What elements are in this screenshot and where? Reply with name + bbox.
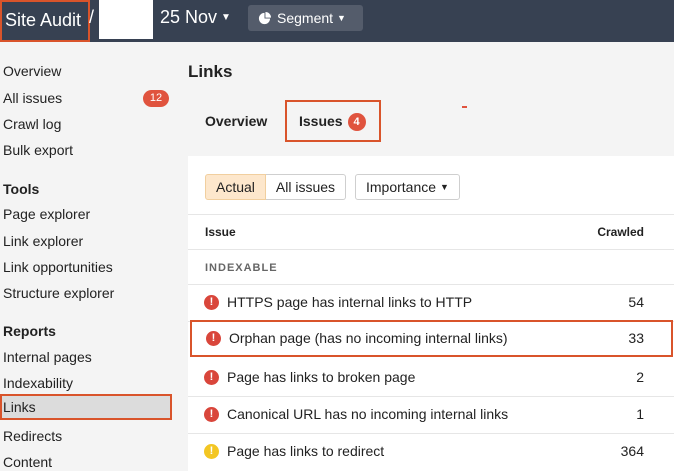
page-title: Links bbox=[188, 62, 233, 81]
annotation-mark bbox=[462, 106, 467, 108]
segment-label: Segment bbox=[277, 10, 334, 26]
issue-label: Page has links to redirect bbox=[227, 443, 385, 459]
sidebar-item-content[interactable]: Content bbox=[0, 449, 172, 471]
column-header-issue[interactable]: Issue bbox=[205, 225, 236, 239]
issue-label: Page has links to broken page bbox=[227, 369, 416, 385]
sidebar-item-label: Links bbox=[3, 399, 36, 415]
issues-tab-badge: 4 bbox=[347, 113, 366, 131]
sidebar-item-label: Internal pages bbox=[3, 349, 92, 365]
issues-count-badge: 12 bbox=[143, 90, 169, 107]
sidebar-item-indexability[interactable]: Indexability bbox=[0, 370, 172, 396]
reports-heading: Reports bbox=[3, 323, 56, 339]
pie-chart-icon bbox=[258, 7, 271, 33]
column-header-crawled[interactable]: Crawled bbox=[597, 225, 644, 239]
sidebar-item-link-explorer[interactable]: Link explorer bbox=[0, 228, 172, 254]
error-icon: ! bbox=[206, 331, 221, 346]
sidebar-item-label: Bulk export bbox=[3, 142, 74, 158]
table-row[interactable]: ! Page has links to broken page 2 bbox=[188, 359, 674, 396]
sidebar-item-links[interactable]: Links bbox=[0, 394, 172, 420]
crawled-count: 364 bbox=[620, 443, 644, 459]
chevron-down-icon: ▼ bbox=[221, 12, 231, 23]
date-selector[interactable]: 25 Nov ▼ bbox=[160, 7, 231, 28]
sidebar-item-label: Link explorer bbox=[3, 233, 84, 249]
crawled-count: 2 bbox=[636, 369, 644, 385]
error-icon: ! bbox=[204, 370, 219, 385]
table-row[interactable]: ! Orphan page (has no incoming internal … bbox=[190, 320, 673, 357]
filter-toggle-group: Actual All issues bbox=[205, 174, 347, 200]
main-content: Links Overview Issues 4 Actual All issues… bbox=[188, 42, 674, 471]
sidebar-item-label: Structure explorer bbox=[3, 285, 115, 301]
divider bbox=[188, 249, 674, 250]
importance-label: Importance bbox=[366, 179, 437, 195]
issue-label: Canonical URL has no incoming internal l… bbox=[227, 406, 509, 422]
table-row[interactable]: ! Canonical URL has no incoming internal… bbox=[188, 396, 674, 433]
section-label-indexable: INDEXABLE bbox=[205, 262, 278, 274]
crawled-count: 33 bbox=[628, 330, 644, 346]
tab-overview[interactable]: Overview bbox=[205, 100, 267, 142]
sidebar-item-redirects[interactable]: Redirects bbox=[0, 423, 172, 449]
tab-label: Issues bbox=[299, 113, 343, 129]
sidebar-item-bulk-export[interactable]: Bulk export bbox=[0, 137, 172, 163]
error-icon: ! bbox=[204, 295, 219, 310]
importance-dropdown[interactable]: Importance ▼ bbox=[355, 174, 460, 200]
sidebar-item-all-issues[interactable]: All issues 12 bbox=[0, 85, 172, 111]
table-row[interactable]: ! Page has links to redirect 364 bbox=[188, 433, 674, 470]
sidebar-item-label: Content bbox=[3, 454, 53, 470]
breadcrumb-separator: / bbox=[89, 7, 95, 27]
error-icon: ! bbox=[204, 407, 219, 422]
tools-heading: Tools bbox=[3, 181, 40, 197]
date-label: 25 Nov bbox=[160, 7, 218, 27]
sidebar-item-overview[interactable]: Overview bbox=[0, 58, 172, 84]
crawled-count: 54 bbox=[628, 294, 644, 310]
chevron-down-icon: ▼ bbox=[337, 13, 346, 23]
warning-icon: ! bbox=[204, 444, 219, 459]
all-issues-filter-button[interactable]: All issues bbox=[265, 174, 347, 200]
sidebar-item-label: All issues bbox=[3, 90, 63, 106]
issues-panel: Actual All issues Importance ▼ Issue Craw… bbox=[188, 156, 674, 471]
site-audit-title[interactable]: Site Audit bbox=[0, 0, 90, 42]
sidebar-item-label: Link opportunities bbox=[3, 259, 113, 275]
table-row[interactable]: ! HTTPS page has internal links to HTTP … bbox=[188, 284, 674, 321]
chevron-down-icon: ▼ bbox=[440, 182, 449, 192]
issue-label: HTTPS page has internal links to HTTP bbox=[227, 294, 473, 310]
issue-label: Orphan page (has no incoming internal li… bbox=[229, 330, 508, 346]
tab-label: Overview bbox=[205, 113, 268, 129]
sidebar-item-label: Page explorer bbox=[3, 206, 91, 222]
segment-button[interactable]: Segment ▼ bbox=[248, 5, 363, 31]
sidebar-item-label: Overview bbox=[3, 63, 62, 79]
actual-filter-button[interactable]: Actual bbox=[205, 174, 266, 200]
sidebar-item-crawl-log[interactable]: Crawl log bbox=[0, 111, 172, 137]
sidebar-item-label: Redirects bbox=[3, 428, 63, 444]
sidebar-item-label: Indexability bbox=[3, 375, 74, 391]
sidebar-item-internal-pages[interactable]: Internal pages bbox=[0, 344, 172, 370]
top-bar: Site Audit / 25 Nov ▼ Segment ▼ bbox=[0, 0, 674, 42]
project-selector[interactable] bbox=[99, 0, 153, 39]
sidebar-item-label: Crawl log bbox=[3, 116, 62, 132]
sidebar-item-page-explorer[interactable]: Page explorer bbox=[0, 201, 172, 227]
divider bbox=[188, 214, 674, 215]
sidebar-item-link-opportunities[interactable]: Link opportunities bbox=[0, 254, 172, 280]
sidebar: Overview All issues 12 Crawl log Bulk ex… bbox=[0, 42, 188, 471]
crawled-count: 1 bbox=[636, 406, 644, 422]
sidebar-item-structure-explorer[interactable]: Structure explorer bbox=[0, 280, 172, 306]
tab-issues[interactable]: Issues 4 bbox=[285, 100, 381, 142]
